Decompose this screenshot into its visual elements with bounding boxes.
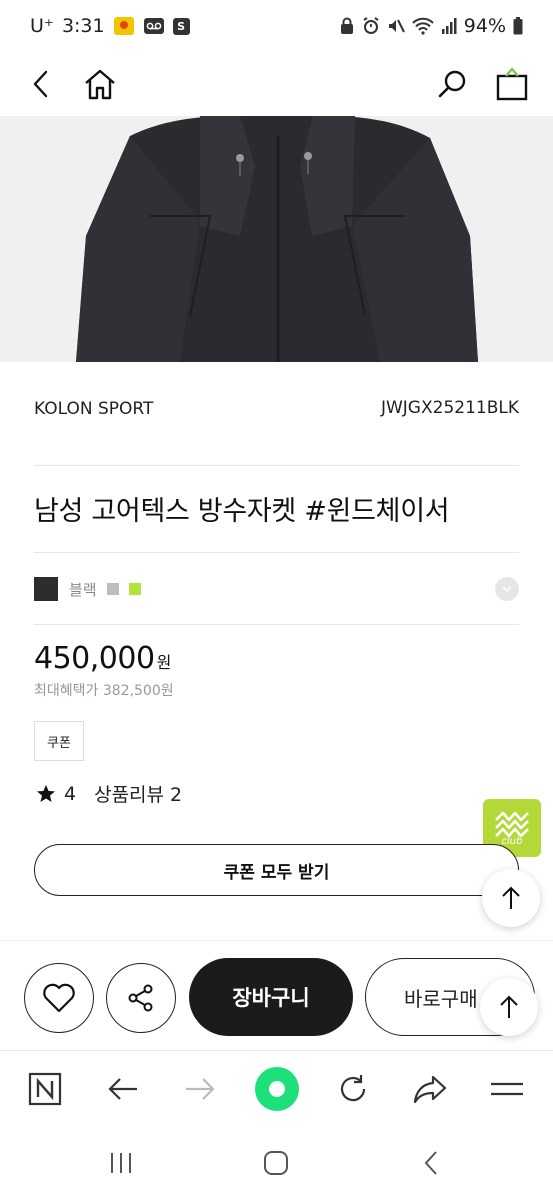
star-icon [37, 784, 55, 802]
status-bar: U⁺ 3:31 S 94% [0, 0, 553, 52]
receive-all-coupons-button[interactable]: 쿠폰 모두 받기 [34, 844, 519, 896]
browser-menu-button[interactable] [479, 1061, 535, 1117]
green-dot-icon [255, 1067, 299, 1111]
color-swatch-gray[interactable] [106, 583, 119, 595]
mountain-logo-icon [495, 811, 529, 837]
rating-value: 4 [64, 782, 77, 805]
add-to-cart-button[interactable]: 장바구니 [189, 958, 353, 1036]
price: 450,000 원 [34, 641, 171, 676]
back-button[interactable] [16, 52, 66, 116]
color-expand-button[interactable] [495, 577, 519, 601]
wifi-icon [412, 17, 434, 35]
system-back-button[interactable] [403, 1141, 459, 1185]
browser-forward-button[interactable] [172, 1061, 228, 1117]
jacket-illustration [0, 116, 553, 362]
scroll-top-button-overlay[interactable] [480, 978, 538, 1036]
browser-share-button[interactable] [402, 1061, 458, 1117]
battery-percent: 94% [463, 15, 506, 37]
hamburger-menu-icon [491, 1082, 523, 1096]
shopping-bag-button[interactable] [487, 52, 537, 116]
review-link[interactable]: 상품리뷰 2 [94, 780, 182, 807]
product-title: 남성 고어텍스 방수자켓 #윈드체이서 [34, 496, 450, 527]
purchase-action-bar: 장바구니 바로구매 [0, 940, 553, 1050]
color-swatch-lime[interactable] [128, 583, 141, 595]
scroll-top-button[interactable] [482, 869, 540, 927]
home-button[interactable] [75, 52, 125, 116]
lock-icon [339, 17, 355, 35]
recent-apps-icon [111, 1153, 131, 1173]
search-button[interactable] [428, 52, 478, 116]
chevron-down-icon [502, 586, 512, 593]
notification-app-icon [113, 16, 135, 36]
shopping-bag-icon [496, 67, 528, 101]
divider [34, 624, 519, 625]
product-image[interactable] [0, 116, 553, 362]
chevron-left-icon [33, 70, 48, 98]
system-home-button[interactable] [248, 1141, 304, 1185]
divider [34, 465, 519, 466]
refresh-icon [340, 1075, 366, 1102]
browser-toolbar [0, 1050, 553, 1126]
arrow-up-icon [502, 886, 520, 909]
system-navigation-bar [0, 1126, 553, 1200]
color-swatch-selected[interactable] [34, 577, 58, 601]
color-name: 블랙 [69, 580, 97, 599]
alarm-icon [362, 17, 380, 35]
naver-n-icon [28, 1072, 62, 1106]
max-benefit-price: 최대혜택가 382,500원 [34, 683, 174, 699]
carrier-label: U⁺ [30, 15, 54, 37]
divider [34, 552, 519, 553]
wishlist-button[interactable] [24, 963, 94, 1033]
refresh-button[interactable] [325, 1061, 381, 1117]
top-navigation [0, 52, 553, 116]
naver-home-button[interactable] [17, 1061, 73, 1117]
chevron-left-icon [424, 1151, 437, 1175]
heart-icon [43, 983, 75, 1013]
coupon-tag: 쿠폰 [34, 721, 84, 761]
s-app-icon: S [172, 17, 190, 35]
signal-icon [441, 17, 457, 35]
rating-row[interactable]: 4 상품리뷰 2 [36, 780, 182, 807]
arrow-left-icon [108, 1078, 137, 1100]
brand-name[interactable]: KOLON SPORT [34, 399, 153, 419]
arrow-right-icon [186, 1078, 215, 1100]
color-selector[interactable]: 블랙 [34, 576, 519, 602]
green-dot-button[interactable] [249, 1061, 305, 1117]
status-time: 3:31 [61, 15, 105, 37]
browser-back-button[interactable] [95, 1061, 151, 1117]
home-icon [85, 69, 115, 100]
rounded-square-icon [264, 1151, 288, 1175]
share-arrow-icon [413, 1075, 447, 1104]
arrow-up-icon [500, 995, 518, 1018]
product-code: JWJGX25211BLK [380, 398, 519, 418]
share-icon [128, 984, 153, 1012]
voicemail-icon [143, 16, 165, 36]
recent-apps-button[interactable] [93, 1141, 149, 1185]
share-button[interactable] [106, 963, 176, 1033]
mute-icon [387, 17, 405, 35]
price-unit: 원 [156, 653, 172, 672]
search-icon [438, 70, 466, 98]
price-value: 450,000 [34, 641, 155, 676]
battery-icon [513, 17, 523, 35]
club-label: club [501, 835, 523, 847]
